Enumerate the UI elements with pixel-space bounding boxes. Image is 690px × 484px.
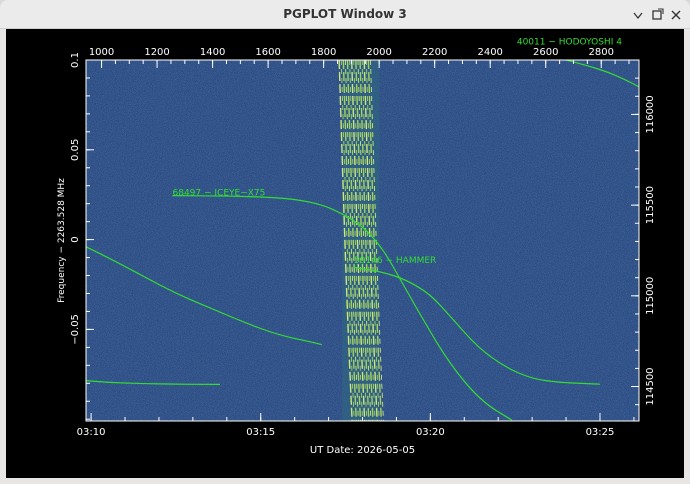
window-title: PGPLOT Window 3 <box>283 7 407 21</box>
top-tick-label: 2000 <box>366 47 391 58</box>
minimize-icon[interactable] <box>630 7 646 23</box>
top-tick-label: 1400 <box>200 47 225 58</box>
left-tick-label: −0.05 <box>70 314 81 345</box>
bottom-tick-label: 03:25 <box>586 427 615 438</box>
y-axis-label: Frequency − 2263.528 MHz <box>57 178 67 303</box>
left-tick-label: 0 <box>70 236 81 242</box>
plot-canvas[interactable]: 03:10 03:15 03:20 03:25 1000 1200 1400 1600 1800… <box>6 29 684 478</box>
pgplot-window: PGPLOT Window 3 03:10 03:15 03:20 03:25 … <box>0 0 690 484</box>
trace-label: 68497 − ICEYE−X75 <box>173 189 266 199</box>
top-tick-label: 1800 <box>311 47 336 58</box>
left-tick-label: 0.05 <box>70 139 81 161</box>
top-tick-label: 1200 <box>144 47 169 58</box>
trace-label: 59146 − HAMMER <box>354 256 436 266</box>
title-bar[interactable]: PGPLOT Window 3 <box>0 0 690 29</box>
left-tick-label: 0.1 <box>70 52 81 68</box>
waterfall-plot: 03:10 03:15 03:20 03:25 1000 1200 1400 1600 1800… <box>57 38 656 456</box>
top-tick-label: 2200 <box>422 47 447 58</box>
right-tick-label: 115000 <box>645 277 656 315</box>
top-tick-label: 1600 <box>255 47 280 58</box>
right-tick-label: 114500 <box>645 367 656 405</box>
x-axis-label: UT Date: 2026-05-05 <box>310 445 415 456</box>
right-tick-label: 115500 <box>645 186 656 224</box>
bottom-tick-label: 03:10 <box>77 427 106 438</box>
maximize-icon[interactable] <box>649 7 665 23</box>
right-tick-label: 116000 <box>645 95 656 133</box>
top-tick-label: 2600 <box>533 47 558 58</box>
top-tick-label: 1000 <box>89 47 114 58</box>
top-tick-label: 2800 <box>589 47 614 58</box>
bottom-tick-label: 03:20 <box>416 427 445 438</box>
bottom-tick-label: 03:15 <box>246 427 275 438</box>
trace-label: 40011 − HODOYOSHI 4 <box>517 38 622 48</box>
top-tick-label: 2400 <box>477 47 502 58</box>
close-icon[interactable] <box>668 7 684 23</box>
